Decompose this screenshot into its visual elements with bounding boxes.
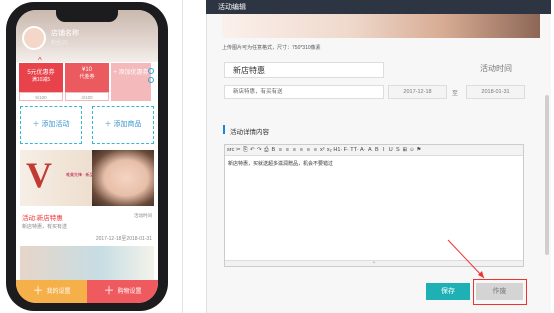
annotation-arrow: [447, 239, 485, 279]
phone-notch: [56, 10, 118, 22]
